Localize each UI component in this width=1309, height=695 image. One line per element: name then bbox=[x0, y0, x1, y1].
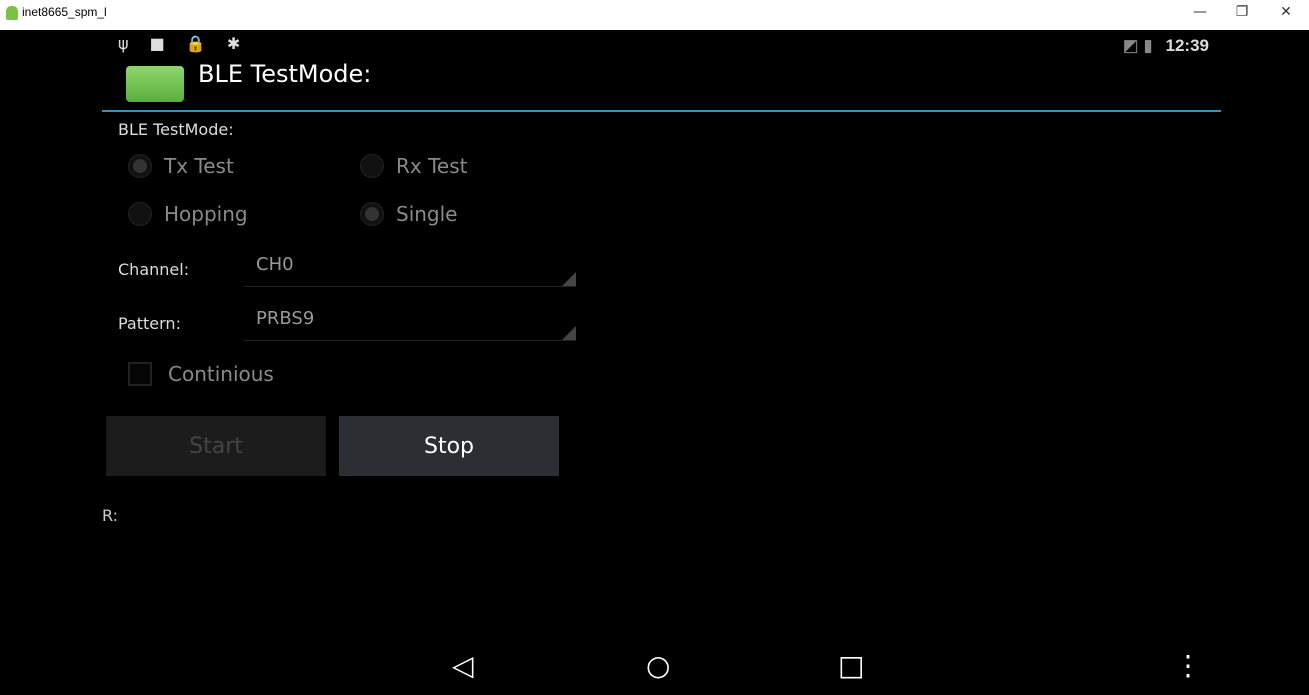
continuous-checkbox[interactable]: Continious bbox=[128, 362, 274, 386]
radio-hopping[interactable]: Hopping bbox=[128, 202, 248, 226]
channel-label: Channel: bbox=[118, 260, 190, 279]
pattern-label: Pattern: bbox=[118, 314, 181, 333]
radio-label: Hopping bbox=[164, 202, 248, 226]
radio-unchecked-icon bbox=[360, 154, 384, 178]
radio-checked-icon bbox=[360, 202, 384, 226]
restore-button[interactable]: ❐ bbox=[1222, 4, 1262, 20]
radio-rx-test[interactable]: Rx Test bbox=[360, 154, 467, 178]
status-left-icons: ψ ■ 🔒 ✱ bbox=[118, 34, 249, 53]
pattern-spinner[interactable]: PRBS9 bbox=[244, 308, 576, 341]
status-right-icons: ◩ ▮ bbox=[1122, 36, 1153, 55]
dropdown-triangle-icon bbox=[562, 326, 576, 340]
device-screen: ψ ■ 🔒 ✱ ◩ ▮ 12:39 BLE TestMode: BLE Test… bbox=[8, 30, 1309, 695]
navigation-bar: ◁ ○ □ ⋮ bbox=[8, 639, 1309, 695]
home-icon[interactable]: ○ bbox=[646, 649, 670, 682]
close-button[interactable]: ✕ bbox=[1266, 4, 1306, 20]
radio-tx-test[interactable]: Tx Test bbox=[128, 154, 234, 178]
result-label: R: bbox=[102, 506, 119, 525]
clock: 12:39 bbox=[1165, 36, 1209, 55]
channel-value: CH0 bbox=[256, 254, 294, 275]
window-title: inet8665_spm_l bbox=[22, 5, 107, 19]
checkbox-icon bbox=[128, 362, 152, 386]
channel-spinner[interactable]: CH0 bbox=[244, 254, 576, 287]
continuous-label: Continious bbox=[168, 362, 274, 386]
dropdown-triangle-icon bbox=[562, 272, 576, 286]
back-icon[interactable]: ◁ bbox=[452, 649, 474, 682]
radio-unchecked-icon bbox=[128, 202, 152, 226]
start-button[interactable]: Start bbox=[106, 416, 326, 476]
radio-label: Tx Test bbox=[164, 154, 234, 178]
menu-icon[interactable]: ⋮ bbox=[1174, 649, 1202, 682]
radio-checked-icon bbox=[128, 154, 152, 178]
app-title: BLE TestMode: bbox=[198, 60, 372, 88]
radio-single[interactable]: Single bbox=[360, 202, 457, 226]
title-divider bbox=[102, 110, 1221, 112]
section-label: BLE TestMode: bbox=[118, 120, 234, 139]
android-icon bbox=[6, 6, 18, 20]
stop-button[interactable]: Stop bbox=[339, 416, 559, 476]
pattern-value: PRBS9 bbox=[256, 308, 315, 329]
radio-label: Single bbox=[396, 202, 458, 226]
status-right: ◩ ▮ 12:39 bbox=[1123, 36, 1209, 56]
window-titlebar: inet8665_spm_l — ❐ ✕ bbox=[0, 0, 1309, 30]
status-bar: ψ ■ 🔒 ✱ ◩ ▮ 12:39 bbox=[8, 30, 1309, 56]
recents-icon[interactable]: □ bbox=[838, 649, 864, 682]
radio-label: Rx Test bbox=[396, 154, 468, 178]
minimize-button[interactable]: — bbox=[1180, 4, 1220, 20]
app-icon bbox=[126, 66, 184, 102]
